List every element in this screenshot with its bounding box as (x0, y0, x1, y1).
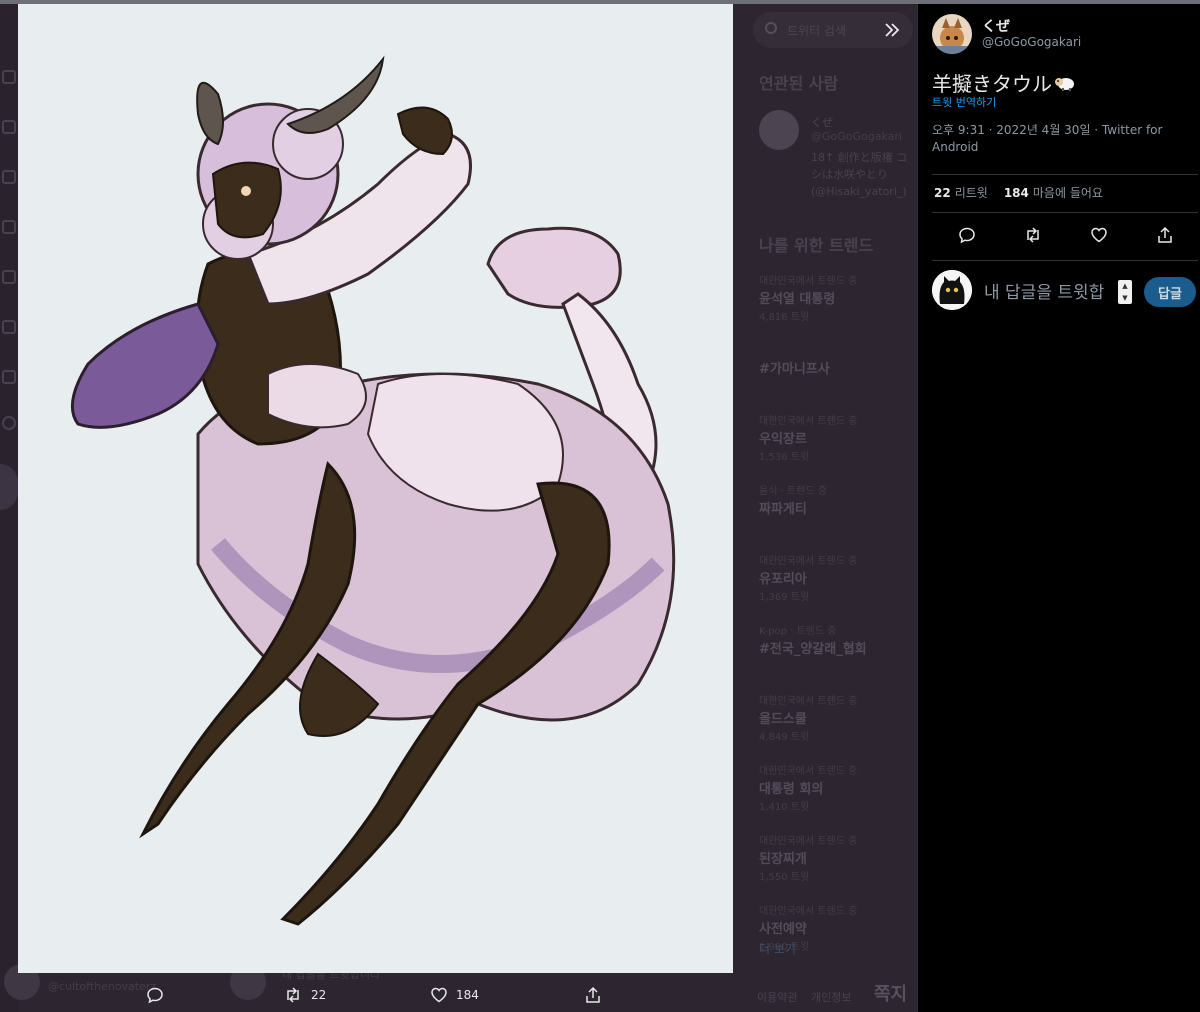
relevant-people-title: 연관된 사람 (759, 74, 839, 93)
trend-title: 된장찌개 (759, 852, 807, 867)
lists-icon (2, 320, 16, 334)
trend-meta: 대한민국에서 트렌드 중 (759, 836, 858, 847)
tweet-action-bar (932, 224, 1198, 248)
trend-count: 4,849 트윗 (759, 732, 810, 743)
divider (932, 260, 1198, 261)
stepper-up-icon: ▲ (1122, 281, 1128, 290)
share-icon (586, 986, 600, 1003)
likes-stat[interactable]: 184 마음에 들어요 (1004, 184, 1103, 201)
divider (932, 212, 1198, 213)
divider (932, 174, 1198, 175)
related-user-avatar (759, 110, 799, 150)
likes-count: 184 (1003, 186, 1029, 200)
trend-title: 대통령 회의 (759, 782, 824, 797)
retweets-count: 22 (934, 186, 951, 200)
home-icon (2, 70, 16, 84)
trends-title: 나를 위한 트렌드 (759, 236, 874, 255)
author-avatar-image (932, 14, 972, 54)
trend-count: 1,369 트윗 (759, 592, 810, 603)
media-action-bar: 22 184 (18, 978, 733, 1012)
reply-submit-button[interactable]: 답글 (1144, 277, 1196, 307)
trend-count: 1,550 트윗 (759, 872, 810, 883)
trend-title: 올드스쿨 (759, 712, 807, 727)
stepper-down-icon: ▼ (1122, 293, 1128, 302)
likes-label: 마음에 들어요 (1032, 186, 1103, 200)
retweet-icon (1027, 227, 1039, 243)
profile-icon (2, 370, 16, 384)
footer-link: 이용약관 (757, 991, 798, 1004)
trend-title: #전국_양갈래_협회 (759, 642, 867, 657)
background-right-sidebar: 트위터 검색 연관된 사람 くぜ @GoGoGogakari 18↑ 創作と版権… (735, 4, 917, 1012)
trend-title: 우익장르 (759, 432, 807, 447)
retweet-button[interactable] (1022, 224, 1044, 246)
sheep-emoji-icon (1055, 77, 1074, 91)
like-button[interactable] (1088, 224, 1110, 246)
retweets-label: 리트윗 (954, 186, 988, 200)
current-user-avatar[interactable] (932, 270, 972, 310)
retweets-stat[interactable]: 22 리트윗 (934, 184, 988, 201)
trend-count: 1,536 트윗 (759, 452, 810, 463)
trend-title: 윤석열 대통령 (759, 292, 836, 307)
footer-link: 개인정보 (811, 991, 852, 1004)
search-icon (765, 22, 777, 34)
background-search-placeholder: 트위터 검색 (787, 24, 847, 38)
show-more-link: 더 보기 (759, 942, 796, 956)
reply-scroll-stepper[interactable]: ▲ ▼ (1118, 280, 1132, 304)
black-cat-avatar-image (932, 270, 972, 310)
like-count: 184 (456, 988, 479, 1002)
messages-icon (2, 220, 16, 234)
more-icon (2, 416, 16, 430)
tweet-timestamp[interactable]: 오후 9:31 · 2022년 4월 30일 · Twitter for And… (932, 122, 1192, 156)
reply-icon (147, 987, 163, 1004)
trend-count: 1,410 트윗 (759, 802, 810, 813)
trend-count: 4,818 트윗 (759, 312, 810, 323)
retweet-count: 22 (311, 988, 327, 1002)
heart-icon (431, 987, 447, 1003)
tweet-detail-panel: くぜ @GoGoGogakari 羊擬きタウル 트윗 번역하기 오후 9:31 … (917, 4, 1200, 1012)
tweet-text-content: 羊擬きタウル (932, 72, 1052, 96)
author-handle[interactable]: @GoGoGogakari (982, 35, 1081, 49)
share-icon (1158, 226, 1172, 243)
reply-action[interactable] (146, 984, 172, 1006)
translate-tweet-link[interactable]: 트윗 번역하기 (932, 94, 996, 110)
tweet-text: 羊擬きタウル (932, 68, 1076, 97)
trend-meta: 대한민국에서 트렌드 중 (759, 276, 858, 287)
trend-title: #가마니프사 (759, 362, 830, 377)
reply-button[interactable] (956, 224, 978, 246)
collapse-panel-button[interactable] (876, 14, 908, 46)
author-avatar[interactable] (932, 14, 972, 54)
reply-input[interactable] (984, 280, 1124, 306)
trend-meta: 대한민국에서 트렌드 중 (759, 416, 858, 427)
reply-icon (959, 227, 975, 244)
explore-icon (2, 120, 16, 134)
trend-title: 유포리아 (759, 572, 807, 587)
bookmarks-icon (2, 270, 16, 284)
trend-meta: 대한민국에서 트렌드 중 (759, 696, 858, 707)
related-user-handle: @GoGoGogakari (811, 130, 902, 143)
heart-icon (1091, 227, 1107, 243)
trend-meta: 대한민국에서 트렌드 중 (759, 766, 858, 777)
trend-meta: 음식 · 트렌드 중 (759, 486, 827, 497)
trend-title: 사전예약 (759, 922, 807, 937)
tweet-stats: 22 리트윗 184 마음에 들어요 (934, 184, 1103, 201)
like-action[interactable]: 184 (430, 984, 479, 1006)
trend-title: 짜파게티 (759, 502, 807, 517)
share-button[interactable] (1154, 224, 1176, 246)
related-user-name: くぜ (811, 116, 833, 129)
related-user-bio: 18↑ 創作と版権 コシは水咲やとり (@Hisaki_yatori_) (811, 151, 908, 198)
author-name[interactable]: くぜ (982, 16, 1010, 36)
double-chevron-right-icon (885, 23, 900, 37)
notifications-icon (2, 170, 16, 184)
trend-meta: 대한민국에서 트렌드 중 (759, 906, 858, 917)
trend-meta: K-pop · 트렌드 중 (759, 626, 837, 637)
media-image[interactable] (18, 4, 733, 973)
centaur-illustration (18, 4, 733, 973)
share-action[interactable] (584, 984, 602, 1006)
retweet-action[interactable]: 22 (283, 984, 326, 1006)
retweet-icon (287, 987, 299, 1003)
messages-drawer-label: 쪽지 (874, 984, 908, 1005)
trend-meta: 대한민국에서 트렌드 중 (759, 556, 858, 567)
